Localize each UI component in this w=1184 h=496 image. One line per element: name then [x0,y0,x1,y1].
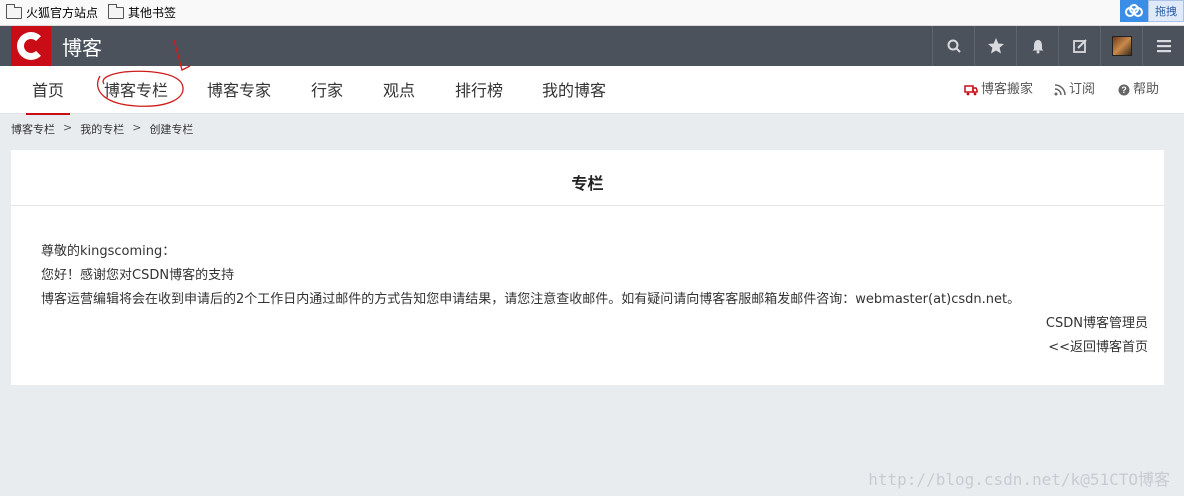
nav-item-opinions[interactable]: 观点 [383,66,415,114]
signature-text: CSDN博客管理员 [1045,316,1148,331]
watermark-text: http://blog.csdn.net/k@51CTO博客 [868,470,1170,489]
subscribe-label: 订阅 [1069,82,1096,97]
notice-text: 博客运营编辑将会在收到申请后的2个工作日内通过邮件的方式告知您申请结果，请您注意… [41,292,1021,307]
extension-area: 拖拽 [1120,0,1184,22]
subscribe-link[interactable]: 订阅 [1054,66,1095,114]
thanks-text: 您好！感谢您对CSDN博客的支持 [41,268,235,283]
avatar [1111,36,1132,56]
card-title: 专栏 [11,150,1164,206]
logo-c-icon [17,32,45,60]
breadcrumb-separator: > [63,121,73,134]
truck-icon [964,84,978,96]
menu-button[interactable] [1142,26,1184,66]
site-title[interactable]: 博客 [62,32,102,61]
bookmarks-bar: 火狐官方站点 其他书签 拖拽 [0,0,1184,26]
menu-icon [1156,40,1171,53]
breadcrumb-separator: > [132,121,142,134]
favorites-button[interactable] [974,26,1016,66]
help-label: 帮助 [1133,82,1160,97]
edit-icon [1072,39,1087,53]
nav-item-columns[interactable]: 博客专栏 [104,66,168,114]
blog-move-link[interactable]: 博客搬家 [964,66,1033,114]
svg-text:?: ? [1121,85,1127,95]
notifications-button[interactable] [1016,26,1058,66]
top-icon-bar [932,26,1184,66]
nav-item-experts[interactable]: 博客专家 [207,66,271,114]
breadcrumb: 博客专栏 > 我的专栏 > 创建专栏 [11,121,193,137]
folder-icon [6,3,22,19]
main-nav: 首页 博客专栏 博客专家 行家 观点 排行榜 我的博客 博客搬家 订阅 ? 帮助 [0,39,1184,115]
bookmark-label: 火狐官方站点 [26,6,99,20]
nav-item-pros[interactable]: 行家 [311,66,343,114]
search-icon [947,39,961,53]
blog-move-label: 博客搬家 [981,82,1034,97]
nav-item-rankings[interactable]: 排行榜 [455,66,503,114]
write-button[interactable] [1058,26,1100,66]
breadcrumb-my-columns[interactable]: 我的专栏 [80,121,124,137]
bookmark-label: 其他书签 [128,6,177,20]
breadcrumb-create-column: 创建专栏 [149,123,194,136]
help-icon: ? [1118,84,1130,96]
nav-item-my-blog[interactable]: 我的博客 [542,66,606,114]
bell-icon [1032,40,1043,54]
folder-icon [108,3,125,19]
bookmark-firefox-sites[interactable]: 火狐官方站点 [6,3,99,21]
nav-item-home[interactable]: 首页 [25,66,71,115]
user-avatar-button[interactable] [1100,26,1142,66]
column-card: 专栏 尊敬的kingscoming： 您好！感谢您对CSDN博客的支持 博客运营… [11,150,1164,385]
cloud-extension-button[interactable] [1120,0,1148,22]
drag-extension-label[interactable]: 拖拽 [1148,0,1184,22]
breadcrumb-columns[interactable]: 博客专栏 [11,121,55,137]
cloud-icon [1125,4,1143,17]
top-header: 博客 [0,26,1184,66]
star-icon [987,38,1004,54]
help-link[interactable]: ? 帮助 [1118,66,1159,114]
search-button[interactable] [932,26,974,66]
greeting-text: 尊敬的kingscoming： [41,244,176,259]
csdn-logo[interactable] [11,26,51,66]
back-to-blog-link[interactable]: <<返回博客首页 [1048,336,1148,355]
bookmark-other[interactable]: 其他书签 [108,3,177,21]
rss-icon [1054,84,1066,96]
